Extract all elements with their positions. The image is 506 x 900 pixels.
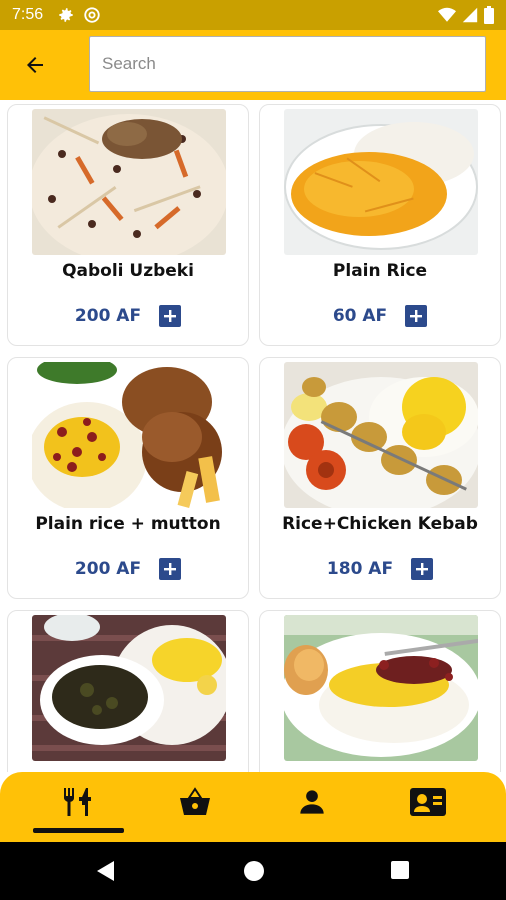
person-icon <box>300 790 324 814</box>
signal-icon <box>462 7 478 23</box>
plus-icon <box>416 563 429 575</box>
top-app-bar <box>0 30 506 100</box>
battery-icon <box>484 6 494 24</box>
price-row: 200 AF <box>8 558 248 580</box>
add-to-cart-button[interactable] <box>159 305 182 327</box>
contact-card-icon <box>410 788 446 816</box>
nav-contacts[interactable] <box>398 782 458 822</box>
price-row: 60 AF <box>260 305 500 327</box>
add-to-cart-button[interactable] <box>159 558 182 580</box>
gear-icon <box>59 8 73 22</box>
back-button[interactable] <box>0 30 70 100</box>
nav-basket[interactable] <box>165 782 225 822</box>
food-card[interactable] <box>7 610 249 772</box>
food-card[interactable]: Rice+Chicken Kebab 180 AF <box>259 357 501 599</box>
home-circle-icon[interactable] <box>243 860 265 882</box>
status-right <box>438 6 494 24</box>
at-icon <box>84 7 100 23</box>
restaurant-icon <box>64 788 91 816</box>
food-name: Qaboli Uzbeki <box>62 261 194 281</box>
food-price: 200 AF <box>74 559 142 579</box>
food-image-stew-rice <box>32 615 226 761</box>
food-card[interactable]: Plain rice + mutton 200 AF <box>7 357 249 599</box>
food-image-chicken-kebab <box>284 362 478 508</box>
food-image-chicken-rice <box>284 615 478 761</box>
food-image-qaboli <box>32 109 226 255</box>
food-price: 200 AF <box>74 306 142 326</box>
nav-profile[interactable] <box>282 782 342 822</box>
price-row: 180 AF <box>260 558 500 580</box>
price-row: 200 AF <box>8 305 248 327</box>
plus-icon <box>164 563 177 575</box>
food-name: Rice+Chicken Kebab <box>282 514 478 534</box>
food-card[interactable]: Qaboli Uzbeki 200 AF <box>7 104 249 346</box>
recents-square-icon[interactable] <box>390 860 410 880</box>
food-name: Plain rice + mutton <box>35 514 221 534</box>
food-price: 180 AF <box>326 559 394 579</box>
arrow-left-icon <box>27 57 43 73</box>
add-to-cart-button[interactable] <box>411 558 434 580</box>
food-image-plain-rice <box>284 109 478 255</box>
food-grid: Qaboli Uzbeki 200 AF Plain Rice 60 AF Pl… <box>0 100 506 772</box>
food-image-rice-mutton <box>32 362 226 508</box>
nav-menu[interactable] <box>48 782 108 822</box>
wifi-icon <box>438 7 456 22</box>
plus-icon <box>164 310 177 322</box>
search-input[interactable] <box>89 36 486 92</box>
plus-icon <box>410 310 423 322</box>
bottom-navigation <box>0 772 506 842</box>
status-bar: 7:56 <box>0 0 506 30</box>
food-price: 60 AF <box>332 306 388 326</box>
food-name: Plain Rice <box>332 261 428 281</box>
back-triangle-icon[interactable] <box>96 860 116 882</box>
active-tab-indicator <box>33 828 124 833</box>
status-time: 7:56 <box>12 6 44 23</box>
basket-icon <box>180 787 210 815</box>
add-to-cart-button[interactable] <box>405 305 428 327</box>
food-card[interactable] <box>259 610 501 772</box>
food-card[interactable]: Plain Rice 60 AF <box>259 104 501 346</box>
system-navigation-bar <box>0 842 506 900</box>
